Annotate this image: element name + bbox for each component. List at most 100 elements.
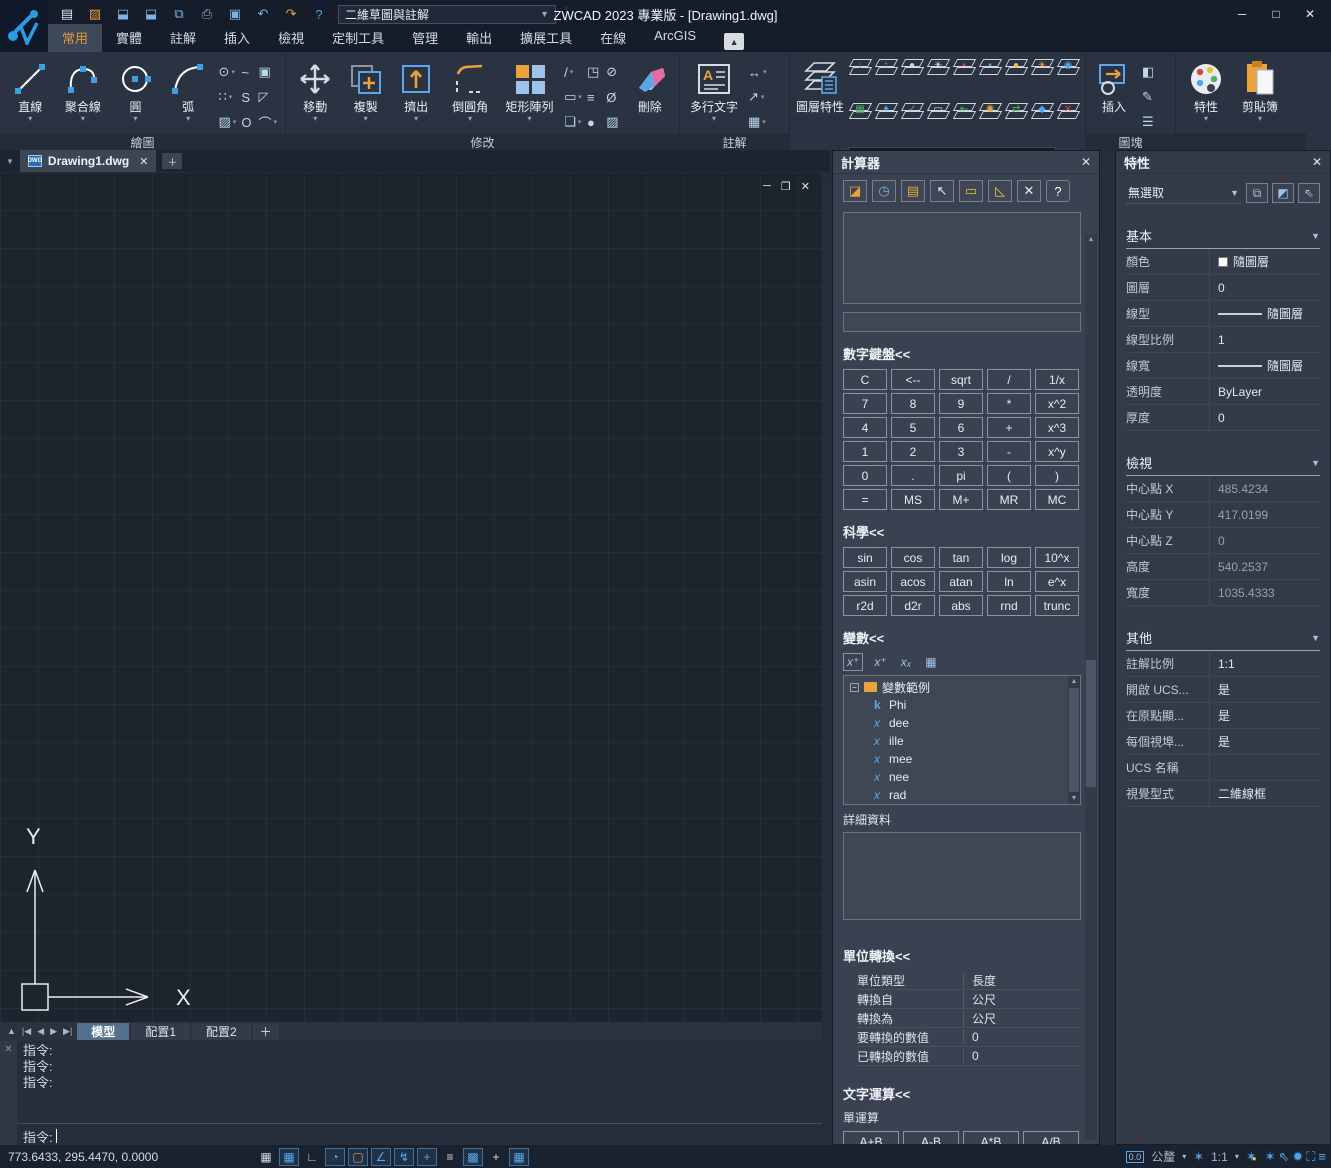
- polyline-button[interactable]: 聚合線 ▾: [59, 56, 108, 132]
- maximize-button[interactable]: □: [1261, 4, 1291, 24]
- block-small-tool[interactable]: ✎: [1140, 85, 1156, 109]
- calculator-history-box[interactable]: [843, 212, 1081, 304]
- status-toggle[interactable]: ◔: [325, 1148, 345, 1166]
- layer-tool-icon[interactable]: ☀: [926, 56, 950, 76]
- copy-button[interactable]: 複製 ▾: [342, 56, 388, 132]
- drawing-canvas[interactable]: ─ ❐ ✕ Y X: [0, 172, 822, 1022]
- ribbon-tab[interactable]: 註解: [156, 24, 210, 52]
- section-header[interactable]: 檢視 ▼: [1126, 453, 1320, 476]
- property-row[interactable]: 線型比例 1: [1126, 327, 1320, 353]
- numpad-key[interactable]: 9: [939, 393, 983, 414]
- layer-tool-icon[interactable]: ⇤: [952, 100, 976, 120]
- numpad-key[interactable]: MS: [891, 489, 935, 510]
- layer-tool-icon[interactable]: ✕: [1056, 100, 1080, 120]
- property-row[interactable]: 註解比例 1:1: [1126, 651, 1320, 677]
- numpad-key[interactable]: x^2: [1035, 393, 1079, 414]
- numpad-key[interactable]: pi: [939, 465, 983, 486]
- ribbon-tab[interactable]: 常用: [48, 24, 102, 52]
- calculator-toolbar-icon[interactable]: ↖: [930, 180, 954, 202]
- layer-tool-icon[interactable]: ⇄: [1004, 100, 1028, 120]
- ribbon-tab[interactable]: 管理: [398, 24, 452, 52]
- scientific-key[interactable]: rnd: [987, 595, 1031, 616]
- textop-key[interactable]: A+B: [843, 1131, 899, 1144]
- properties-palette-button[interactable]: 特性 ▾: [1182, 56, 1230, 132]
- modify-small-tool[interactable]: ▭ ▾: [562, 85, 584, 109]
- draw-small-tool[interactable]: ~: [239, 60, 255, 84]
- numpad-key[interactable]: x^3: [1035, 417, 1079, 438]
- ribbon-tab[interactable]: 在線: [586, 24, 640, 52]
- variables-toolbar-icon[interactable]: ▦: [922, 654, 939, 670]
- block-small-tool[interactable]: ☰: [1140, 110, 1156, 134]
- units-section-title[interactable]: 單位轉換<<: [843, 946, 1081, 965]
- viewport-minimize-button[interactable]: ─: [763, 180, 771, 193]
- property-row[interactable]: 厚度 0: [1126, 405, 1320, 431]
- calculator-toolbar-icon[interactable]: ?: [1046, 180, 1070, 202]
- draw-small-tool[interactable]: S: [239, 85, 255, 109]
- calculator-toolbar-icon[interactable]: ◺: [988, 180, 1012, 202]
- ribbon-tab[interactable]: 定制工具: [318, 24, 398, 52]
- modify-small-tool[interactable]: ◳: [585, 60, 603, 84]
- layer-tool-icon[interactable]: ◆: [1030, 100, 1054, 120]
- status-right-icon[interactable]: ✶: [1265, 1149, 1271, 1165]
- quick-access-icon[interactable]: ▨: [86, 5, 104, 23]
- property-row[interactable]: UCS 名稱: [1126, 755, 1320, 781]
- layer-tool-icon[interactable]: ◉: [1056, 56, 1080, 76]
- numpad-key[interactable]: (: [987, 465, 1031, 486]
- status-toggle[interactable]: ↯: [394, 1148, 414, 1166]
- property-row[interactable]: 透明度 ByLayer: [1126, 379, 1320, 405]
- workspace-select[interactable]: 二維草圖與註解 ▼: [338, 5, 556, 24]
- status-right-icon[interactable]: ✶●: [1246, 1149, 1257, 1165]
- ribbon-tab[interactable]: 實體: [102, 24, 156, 52]
- drawing-viewport[interactable]: ─ ❐ ✕ Y X ▲|◀◀▶▶| 模型配置1配置2 ＋: [0, 172, 822, 1145]
- annotation-small-tool[interactable]: ↗ ▾: [746, 85, 769, 109]
- quick-access-icon[interactable]: ⧉: [170, 5, 188, 23]
- scientific-section-title[interactable]: 科學<<: [843, 522, 1081, 541]
- scroll-down-icon[interactable]: ▼: [1068, 793, 1080, 804]
- scientific-key[interactable]: trunc: [1035, 595, 1079, 616]
- section-header[interactable]: 基本 ▼: [1126, 226, 1320, 249]
- calculator-toolbar-icon[interactable]: ▤: [901, 180, 925, 202]
- unit-conversion-row[interactable]: 已轉換的數值 0: [857, 1047, 1081, 1066]
- draw-small-tool[interactable]: ⊙ ▾: [217, 60, 239, 84]
- property-row[interactable]: 中心點 Z 0: [1126, 528, 1320, 554]
- status-toggle[interactable]: ▦: [509, 1148, 529, 1166]
- layout-nav-arrow[interactable]: |◀: [19, 1026, 34, 1037]
- layer-tool-icon[interactable]: ↓: [848, 56, 872, 76]
- property-row[interactable]: 每個視埠... 是: [1126, 729, 1320, 755]
- properties-close-icon[interactable]: ✕: [1312, 155, 1322, 169]
- scientific-key[interactable]: e^x: [1035, 571, 1079, 592]
- modify-small-tool[interactable]: ●: [585, 110, 603, 134]
- rect-array-button[interactable]: 矩形陣列 ▾: [501, 56, 558, 132]
- numpad-key[interactable]: <--: [891, 369, 935, 390]
- scientific-key[interactable]: atan: [939, 571, 983, 592]
- scroll-up-icon[interactable]: ▲: [1068, 676, 1080, 687]
- variable-row[interactable]: k Phi: [850, 696, 1066, 714]
- numpad-key[interactable]: sqrt: [939, 369, 983, 390]
- scientific-key[interactable]: sin: [843, 547, 887, 568]
- quick-access-icon[interactable]: ▣: [226, 5, 244, 23]
- property-row[interactable]: 中心點 Y 417.0199: [1126, 502, 1320, 528]
- variables-toolbar-icon[interactable]: xₓ: [898, 654, 915, 670]
- draw-small-tool[interactable]: ⌒ ▾: [256, 110, 279, 134]
- numpad-key[interactable]: 0: [843, 465, 887, 486]
- draw-small-tool[interactable]: ◸: [256, 85, 279, 109]
- numpad-key[interactable]: 6: [939, 417, 983, 438]
- line-button[interactable]: 直線 ▾: [6, 56, 55, 132]
- scientific-key[interactable]: r2d: [843, 595, 887, 616]
- numpad-key[interactable]: 8: [891, 393, 935, 414]
- scientific-key[interactable]: 10^x: [1035, 547, 1079, 568]
- command-line-close-icon[interactable]: ✕: [4, 1044, 12, 1145]
- status-toggle[interactable]: ∟: [302, 1148, 322, 1166]
- stretch-button[interactable]: 擠出 ▾: [393, 56, 439, 132]
- layout-nav-arrow[interactable]: ▶: [47, 1026, 60, 1037]
- numpad-key[interactable]: MR: [987, 489, 1031, 510]
- numpad-key[interactable]: /: [987, 369, 1031, 390]
- quick-access-icon[interactable]: ⬓: [142, 5, 160, 23]
- calculator-toolbar-icon[interactable]: ▭: [959, 180, 983, 202]
- viewport-restore-button[interactable]: ❐: [781, 180, 791, 193]
- numpad-key[interactable]: 1: [843, 441, 887, 462]
- insert-block-button[interactable]: 插入: [1092, 56, 1136, 132]
- numpad-key[interactable]: -: [987, 441, 1031, 462]
- property-row[interactable]: 顏色 隨圖層: [1126, 249, 1320, 275]
- numpad-key[interactable]: M+: [939, 489, 983, 510]
